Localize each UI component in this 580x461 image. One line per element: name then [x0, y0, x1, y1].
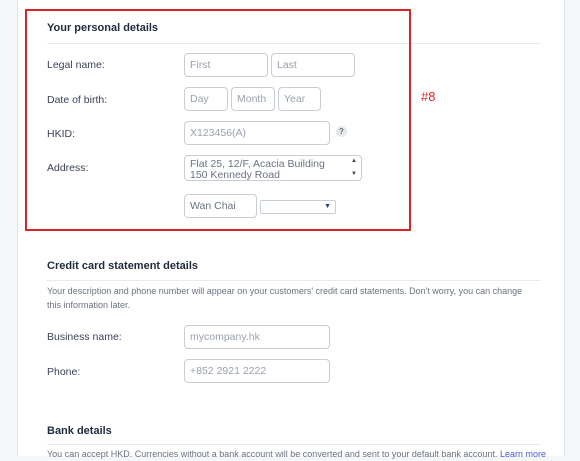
statement-description: Your description and phone number will a… — [47, 286, 523, 310]
bank-description: You can accept HKD. Currencies without a… — [47, 449, 498, 459]
statement-details-title: Credit card statement details — [47, 260, 198, 272]
phone-input[interactable]: +852 2921 2222 — [184, 359, 330, 383]
learn-more-link[interactable]: Learn more — [500, 449, 546, 459]
bank-description-row: You can accept HKD. Currencies without a… — [47, 447, 546, 461]
section-divider — [47, 280, 541, 281]
phone-label: Phone: — [47, 366, 81, 378]
annotation-marker: #8 — [421, 89, 436, 104]
bank-details-title: Bank details — [47, 425, 112, 437]
section-divider — [47, 444, 541, 445]
annotation-highlight-box — [25, 9, 411, 231]
business-name-input[interactable]: mycompany.hk — [184, 325, 330, 349]
business-name-label: Business name: — [47, 331, 122, 343]
